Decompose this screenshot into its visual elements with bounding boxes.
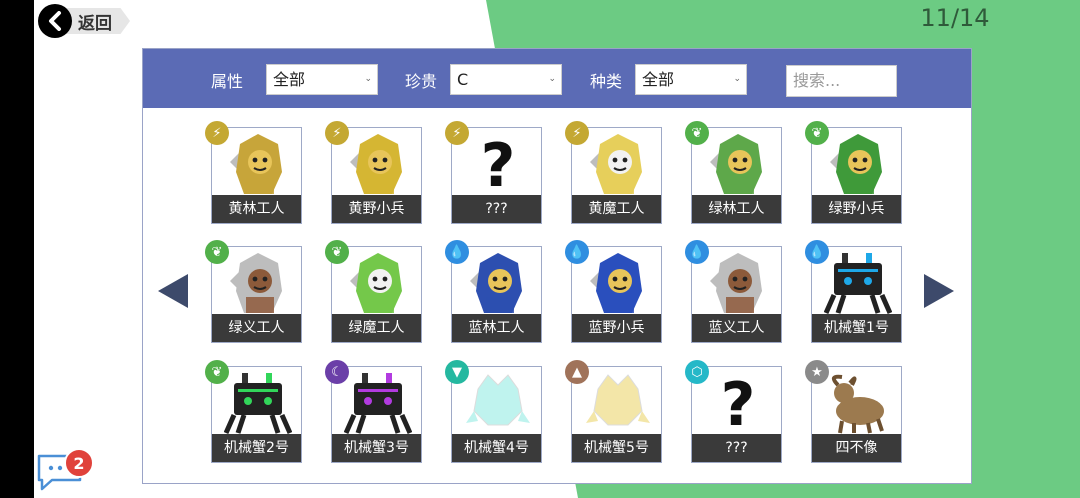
monster-name: 绿魔工人 — [332, 314, 421, 342]
hex-element-icon: ⬡ — [685, 360, 709, 384]
type-filter-label: 种类 — [590, 72, 623, 91]
monster-name: 黄魔工人 — [572, 195, 661, 223]
monster-name: 黄林工人 — [212, 195, 301, 223]
next-page-arrow-icon[interactable] — [924, 274, 954, 308]
leaf-element-icon: ❦ — [805, 121, 829, 145]
star-element-icon: ★ — [805, 360, 829, 384]
leaf-element-icon: ❦ — [325, 240, 349, 264]
monster-name: ??? — [452, 195, 541, 223]
monster-portrait: ? — [464, 131, 532, 201]
type-filter-value: 全部 — [642, 70, 675, 89]
monster-name: 四不像 — [812, 434, 901, 462]
monster-portrait: ? — [704, 370, 772, 440]
back-button[interactable]: 返回 — [38, 4, 134, 38]
monster-portrait — [823, 251, 893, 315]
leaf-element-icon: ❦ — [205, 240, 229, 264]
monster-name: 绿义工人 — [212, 314, 301, 342]
monster-portrait — [344, 251, 412, 315]
monster-portrait — [824, 371, 892, 435]
left-black-bar — [0, 0, 34, 498]
monster-portrait — [464, 251, 532, 315]
monster-name: 蓝义工人 — [692, 314, 781, 342]
attribute-filter-select[interactable]: 全部 ⌄ — [266, 64, 378, 95]
chat-unread-badge: 2 — [64, 448, 94, 478]
monster-name: 绿野小兵 — [812, 195, 901, 223]
monster-portrait — [584, 371, 652, 435]
prev-page-arrow-icon[interactable] — [158, 274, 188, 308]
earth-element-icon: ▲ — [565, 360, 589, 384]
monster-portrait — [223, 371, 293, 435]
monster-portrait — [224, 132, 292, 196]
monster-name: 机械蟹1号 — [812, 314, 901, 342]
monster-portrait — [343, 371, 413, 435]
monster-name: 黄野小兵 — [332, 195, 421, 223]
water-element-icon: 💧 — [805, 240, 829, 264]
svg-text:?: ? — [721, 371, 756, 435]
filter-bar: 属性 全部 ⌄ 珍贵 C ⌄ 种类 全部 ⌄ 搜索... — [143, 49, 971, 108]
lightning-element-icon: ⚡ — [325, 121, 349, 145]
attribute-filter-value: 全部 — [273, 70, 306, 89]
monster-name: 蓝野小兵 — [572, 314, 661, 342]
svg-text:?: ? — [481, 132, 516, 196]
leaf-element-icon: ❦ — [685, 121, 709, 145]
monster-portrait — [584, 132, 652, 196]
page-counter: 11/14 — [920, 4, 990, 32]
water-element-icon: 💧 — [445, 240, 469, 264]
rarity-filter-select[interactable]: C ⌄ — [450, 64, 562, 95]
lightning-element-icon: ⚡ — [445, 121, 469, 145]
type-filter-select[interactable]: 全部 ⌄ — [635, 64, 747, 95]
chevron-down-icon: ⌄ — [364, 74, 372, 84]
monster-name: 蓝林工人 — [452, 314, 541, 342]
monster-name: 机械蟹3号 — [332, 434, 421, 462]
water-element-icon: 💧 — [685, 240, 709, 264]
rarity-filter-label: 珍贵 — [405, 72, 438, 91]
back-label: 返回 — [62, 8, 130, 34]
attribute-filter-label: 属性 — [211, 72, 244, 91]
monster-name: 机械蟹4号 — [452, 434, 541, 462]
monster-portrait — [704, 132, 772, 196]
water-element-icon: 💧 — [565, 240, 589, 264]
rarity-filter-value: C — [457, 70, 469, 89]
search-placeholder: 搜索... — [793, 71, 841, 90]
monster-portrait — [824, 132, 892, 196]
lightning-element-icon: ⚡ — [565, 121, 589, 145]
monster-portrait — [584, 251, 652, 315]
monster-portrait — [704, 251, 772, 315]
moon-element-icon: ☾ — [325, 360, 349, 384]
chevron-down-icon: ⌄ — [548, 74, 556, 84]
monster-name: 绿林工人 — [692, 195, 781, 223]
chevron-down-icon: ⌄ — [733, 74, 741, 84]
monster-name: 机械蟹5号 — [572, 434, 661, 462]
lightning-element-icon: ⚡ — [205, 121, 229, 145]
monster-name: ??? — [692, 434, 781, 462]
monster-portrait — [224, 251, 292, 315]
back-arrow-icon — [38, 4, 72, 38]
monster-name: 机械蟹2号 — [212, 434, 301, 462]
monster-portrait — [464, 371, 532, 435]
search-input[interactable]: 搜索... — [786, 65, 897, 97]
wind-element-icon: ▼ — [445, 360, 469, 384]
leaf-element-icon: ❦ — [205, 360, 229, 384]
monster-portrait — [344, 132, 412, 196]
